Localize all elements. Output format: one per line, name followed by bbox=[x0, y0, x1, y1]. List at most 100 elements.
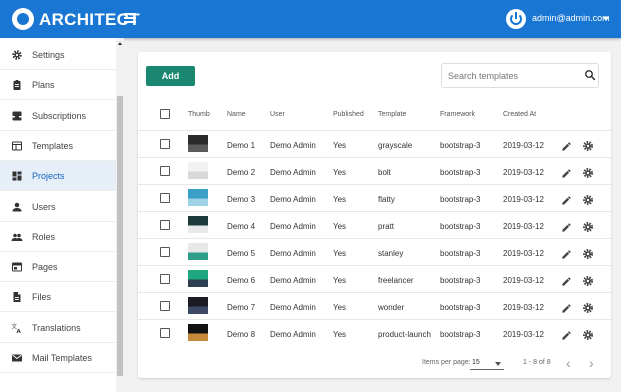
file-icon bbox=[11, 291, 23, 303]
edit-icon[interactable] bbox=[561, 220, 572, 232]
table-row[interactable]: Demo 6 Demo Admin Yes freelancer bootstrap-3… bbox=[138, 265, 611, 292]
sidebar-item-roles[interactable]: Roles bbox=[0, 222, 116, 252]
settings-gear-icon[interactable] bbox=[582, 220, 594, 232]
row-checkbox[interactable] bbox=[160, 166, 170, 176]
cell-template: flatty bbox=[378, 195, 395, 204]
menu-toggle-button[interactable] bbox=[124, 13, 136, 23]
table-row[interactable]: Demo 2 Demo Admin Yes bolt bootstrap-3 2019-0… bbox=[138, 157, 611, 184]
project-thumbnail bbox=[188, 270, 208, 287]
table-row[interactable]: Demo 4 Demo Admin Yes pratt bootstrap-3 2019-… bbox=[138, 211, 611, 238]
user-email[interactable]: admin@admin.com bbox=[532, 13, 610, 23]
edit-icon[interactable] bbox=[561, 139, 572, 151]
edit-icon[interactable] bbox=[561, 193, 572, 205]
cell-template: freelancer bbox=[378, 276, 414, 285]
cell-created-at: 2019-03-12 bbox=[503, 141, 544, 150]
cell-user: Demo Admin bbox=[270, 330, 316, 339]
cell-framework: bootstrap-3 bbox=[440, 330, 481, 339]
power-icon[interactable] bbox=[506, 9, 526, 29]
row-checkbox[interactable] bbox=[160, 220, 170, 230]
cell-published: Yes bbox=[333, 222, 347, 231]
header-user[interactable]: User bbox=[270, 111, 285, 118]
scrollbar-thumb[interactable] bbox=[117, 96, 123, 376]
top-bar: ARCHITECT admin@admin.com bbox=[0, 0, 621, 38]
sidebar-item-projects[interactable]: Projects bbox=[0, 161, 116, 192]
cell-template: bolt bbox=[378, 168, 391, 177]
cell-created-at: 2019-03-12 bbox=[503, 222, 544, 231]
cell-user: Demo Admin bbox=[270, 276, 316, 285]
header-name[interactable]: Name bbox=[227, 111, 246, 118]
row-checkbox[interactable] bbox=[160, 193, 170, 203]
header-created-at[interactable]: Created At bbox=[503, 111, 536, 118]
edit-icon[interactable] bbox=[561, 166, 572, 178]
settings-gear-icon[interactable] bbox=[582, 193, 594, 205]
project-thumbnail bbox=[188, 135, 208, 152]
sidebar-item-translations[interactable]: 文 A Translations bbox=[0, 313, 116, 343]
cell-framework: bootstrap-3 bbox=[440, 249, 481, 258]
cell-user: Demo Admin bbox=[270, 222, 316, 231]
cell-user: Demo Admin bbox=[270, 303, 316, 312]
settings-gear-icon[interactable] bbox=[582, 274, 594, 286]
table-row[interactable]: Demo 8 Demo Admin Yes product-launch bootstr… bbox=[138, 319, 611, 346]
svg-text:A: A bbox=[17, 329, 22, 334]
cell-name: Demo 7 bbox=[227, 303, 256, 312]
sidebar-item-label: Translations bbox=[32, 322, 81, 333]
gear-icon bbox=[11, 49, 23, 61]
add-button[interactable]: Add bbox=[146, 66, 195, 86]
cell-template: product-launch bbox=[378, 330, 431, 339]
projects-card: Add Thumb Name User Published Template F… bbox=[138, 52, 611, 378]
edit-icon[interactable] bbox=[561, 247, 572, 259]
sidebar-item-mail-templates[interactable]: Mail Templates bbox=[0, 343, 116, 373]
project-thumbnail bbox=[188, 324, 208, 341]
table-row[interactable]: Demo 1 Demo Admin Yes grayscale bootstrap-3 2… bbox=[138, 130, 611, 157]
settings-gear-icon[interactable] bbox=[582, 301, 594, 313]
settings-gear-icon[interactable] bbox=[582, 247, 594, 259]
settings-gear-icon[interactable] bbox=[582, 139, 594, 151]
row-checkbox[interactable] bbox=[160, 328, 170, 338]
sidebar-item-subscriptions[interactable]: Subscriptions bbox=[0, 101, 116, 131]
sidebar-item-templates[interactable]: Templates bbox=[0, 131, 116, 161]
search-input[interactable] bbox=[441, 63, 599, 88]
chevron-down-icon[interactable] bbox=[603, 17, 609, 21]
chevron-down-icon[interactable] bbox=[495, 362, 501, 366]
cell-published: Yes bbox=[333, 303, 347, 312]
cell-framework: bootstrap-3 bbox=[440, 276, 481, 285]
settings-gear-icon[interactable] bbox=[582, 166, 594, 178]
cell-published: Yes bbox=[333, 330, 347, 339]
row-checkbox[interactable] bbox=[160, 301, 170, 311]
search-icon[interactable] bbox=[584, 69, 596, 81]
sidebar-item-plans[interactable]: Plans bbox=[0, 70, 116, 101]
header-published[interactable]: Published bbox=[333, 111, 364, 118]
chevron-left-icon[interactable]: ‹ bbox=[566, 356, 571, 370]
sidebar-item-pages[interactable]: Pages bbox=[0, 252, 116, 283]
edit-icon[interactable] bbox=[561, 328, 572, 340]
table-row[interactable]: Demo 5 Demo Admin Yes stanley bootstrap-3 201… bbox=[138, 238, 611, 265]
header-template[interactable]: Template bbox=[378, 111, 406, 118]
sidebar-item-label: Pages bbox=[32, 262, 58, 273]
scroll-up-arrow-icon[interactable] bbox=[118, 42, 122, 45]
person-icon bbox=[11, 201, 23, 213]
settings-gear-icon[interactable] bbox=[582, 328, 594, 340]
header-framework[interactable]: Framework bbox=[440, 111, 475, 118]
sidebar-item-users[interactable]: Users bbox=[0, 192, 116, 222]
row-checkbox[interactable] bbox=[160, 247, 170, 257]
sidebar-item-files[interactable]: Files bbox=[0, 282, 116, 313]
table-row[interactable]: Demo 3 Demo Admin Yes flatty bootstrap-3 2019… bbox=[138, 184, 611, 211]
chevron-right-icon[interactable]: › bbox=[589, 356, 594, 370]
cell-user: Demo Admin bbox=[270, 141, 316, 150]
sidebar-item-label: Templates bbox=[32, 140, 74, 151]
sidebar-item-label: Settings bbox=[32, 50, 65, 60]
table-row[interactable]: Demo 7 Demo Admin Yes wonder bootstrap-3 2019… bbox=[138, 292, 611, 319]
cell-created-at: 2019-03-12 bbox=[503, 249, 544, 258]
sidebar-item-label: Projects bbox=[32, 171, 65, 182]
sidebar-item-label: Files bbox=[32, 292, 52, 303]
edit-icon[interactable] bbox=[561, 274, 572, 286]
cell-published: Yes bbox=[333, 168, 347, 177]
row-checkbox[interactable] bbox=[160, 274, 170, 284]
select-all-checkbox[interactable] bbox=[160, 109, 170, 119]
sidebar-item-settings[interactable]: Settings bbox=[0, 40, 116, 70]
items-per-page-select[interactable]: 15 bbox=[472, 359, 480, 366]
pagination-range: 1 - 8 of 8 bbox=[523, 359, 551, 366]
cell-template: stanley bbox=[378, 249, 404, 258]
edit-icon[interactable] bbox=[561, 301, 572, 313]
row-checkbox[interactable] bbox=[160, 139, 170, 149]
